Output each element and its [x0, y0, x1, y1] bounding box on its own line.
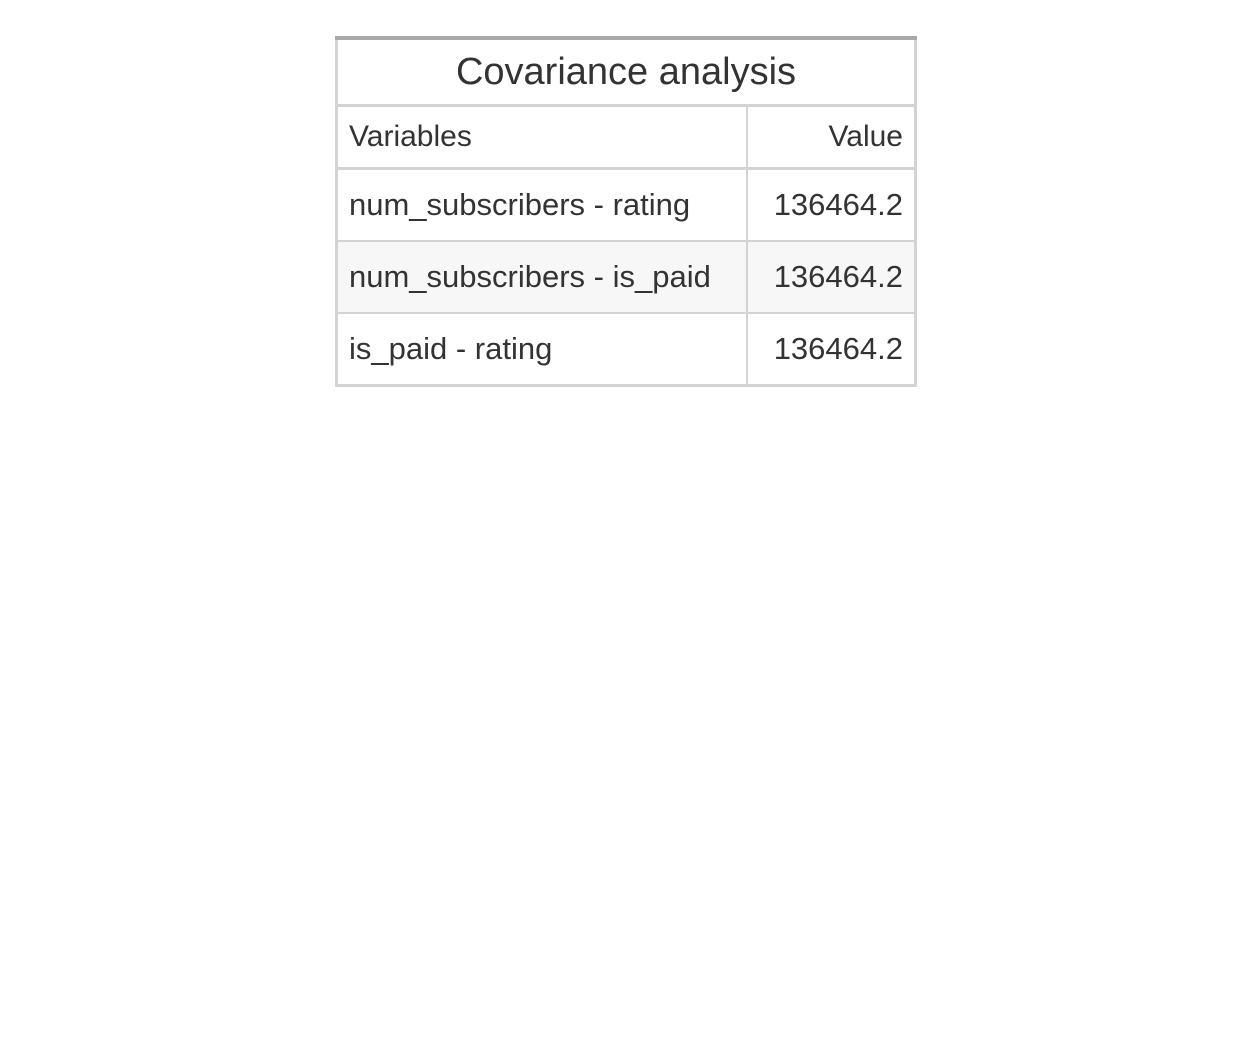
table-row: num_subscribers - rating 136464.2	[336, 168, 916, 241]
table-title-row: Covariance analysis	[336, 38, 916, 107]
value-cell: 136464.2	[773, 187, 903, 222]
table-title: Covariance analysis	[336, 38, 916, 107]
column-header-variables: Variables	[336, 105, 748, 170]
variables-cell: num_subscribers - rating	[336, 168, 748, 241]
variables-cell: num_subscribers - is_paid	[336, 241, 748, 313]
table-row: num_subscribers - is_paid 136464.2	[336, 241, 916, 313]
value-cell: 136464.2	[773, 331, 903, 366]
covariance-table-container: Covariance analysis Variables Value num_…	[335, 36, 917, 387]
value-cell: 136464.2	[773, 259, 903, 294]
table-header-row: Variables Value	[336, 105, 916, 170]
column-header-value: Value	[746, 105, 916, 170]
variables-cell: is_paid - rating	[336, 313, 748, 386]
covariance-table: Covariance analysis Variables Value num_…	[335, 36, 917, 387]
table-row: is_paid - rating 136464.2	[336, 313, 916, 386]
